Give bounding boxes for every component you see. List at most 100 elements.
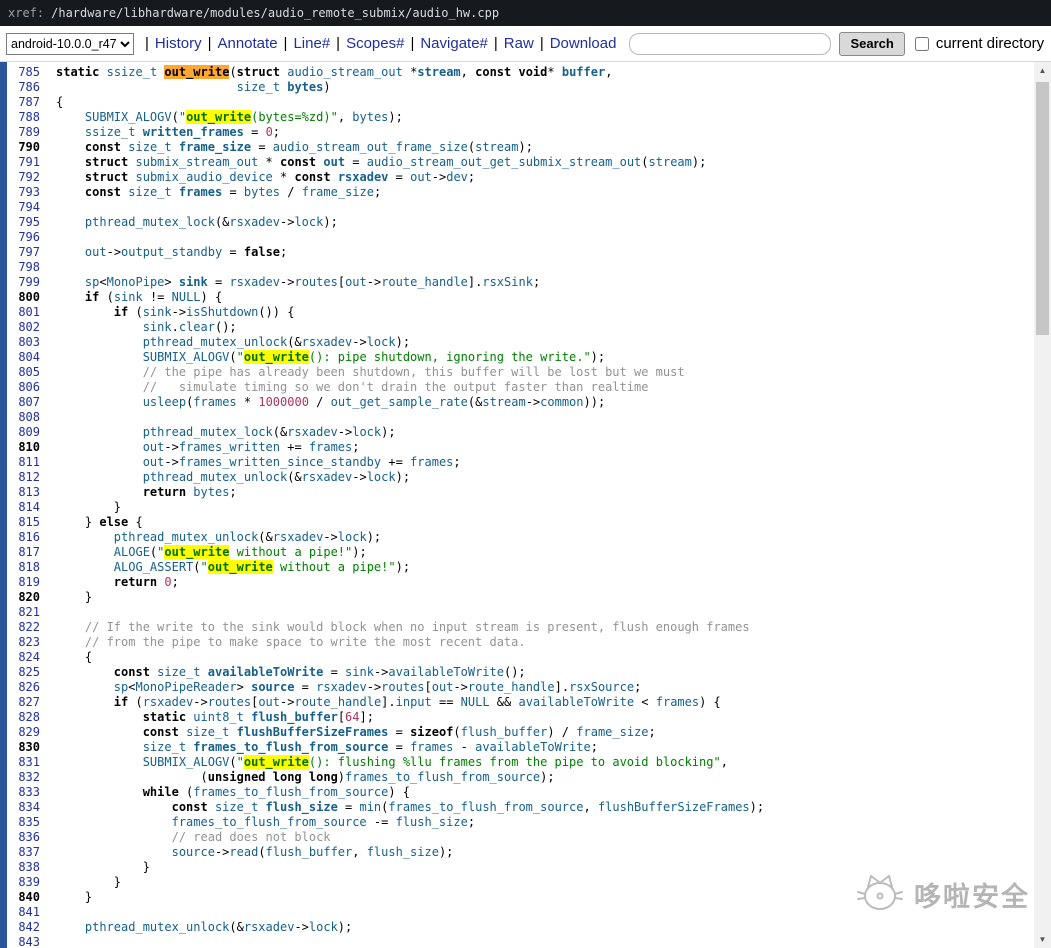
symbol-link[interactable]: pthread_mutex_unlock (143, 335, 288, 349)
line-number[interactable]: 823 (7, 635, 40, 650)
line-number[interactable]: 796 (7, 230, 40, 245)
line-number[interactable]: 785 (7, 65, 40, 80)
symbol-link[interactable]: availableToWrite (518, 695, 634, 709)
symbol-link[interactable]: source (172, 845, 215, 859)
line-number[interactable]: 830 (7, 740, 40, 755)
symbol-link[interactable]: size_t (128, 140, 171, 154)
symbol-link[interactable]: input (396, 695, 432, 709)
symbol-link[interactable]: rsxadev (338, 170, 389, 184)
symbol-link[interactable]: size_t (215, 800, 258, 814)
line-number[interactable]: 792 (7, 170, 40, 185)
symbol-link[interactable]: size_t (186, 725, 229, 739)
symbol-link[interactable]: route_handle (468, 680, 555, 694)
line-number[interactable]: 821 (7, 605, 40, 620)
symbol-link[interactable]: NULL (461, 695, 490, 709)
line-number[interactable]: 790 (7, 140, 40, 155)
line-number[interactable]: 794 (7, 200, 40, 215)
line-number[interactable]: 839 (7, 875, 40, 890)
line-number[interactable]: 815 (7, 515, 40, 530)
search-input[interactable] (629, 33, 831, 55)
symbol-link[interactable]: lock (367, 470, 396, 484)
symbol-link[interactable]: flush_size (266, 800, 338, 814)
symbol-link[interactable]: bytes (193, 485, 229, 499)
line-number[interactable]: 818 (7, 560, 40, 575)
line-number[interactable]: 795 (7, 215, 40, 230)
line-number[interactable]: 812 (7, 470, 40, 485)
symbol-link[interactable]: sp (85, 275, 99, 289)
symbol-link[interactable]: min (359, 800, 381, 814)
symbol-link[interactable]: pthread_mutex_unlock (114, 530, 259, 544)
symbol-link[interactable]: pthread_mutex_lock (85, 215, 215, 229)
symbol-link[interactable]: out (323, 155, 345, 169)
symbol-link[interactable]: flush_buffer (251, 710, 338, 724)
symbol-link[interactable]: buffer (562, 65, 605, 79)
line-number[interactable]: 814 (7, 500, 40, 515)
navigate-link[interactable]: Navigate# (420, 35, 488, 52)
line-number[interactable]: 806 (7, 380, 40, 395)
symbol-link[interactable]: frames (309, 440, 352, 454)
symbol-link[interactable]: ALOGE (114, 545, 150, 559)
symbol-link[interactable]: submix_stream_out (136, 155, 259, 169)
symbol-link[interactable]: uint8_t (193, 710, 244, 724)
symbol-link[interactable]: flush_size (367, 845, 439, 859)
symbol-link[interactable]: frames (656, 695, 699, 709)
current-directory-label[interactable]: current directory (936, 35, 1044, 52)
line-number[interactable]: 825 (7, 665, 40, 680)
line-number[interactable]: 813 (7, 485, 40, 500)
raw-link[interactable]: Raw (504, 35, 534, 52)
symbol-link[interactable]: ALOG_ASSERT (114, 560, 193, 574)
scopes-link[interactable]: Scopes# (346, 35, 404, 52)
line-number[interactable]: 827 (7, 695, 40, 710)
symbol-link[interactable]: sink (143, 320, 172, 334)
line-number[interactable]: 837 (7, 845, 40, 860)
symbol-link[interactable]: rsxSource (569, 680, 634, 694)
symbol-link[interactable]: frames_to_flush_from_source (172, 815, 367, 829)
symbol-link[interactable]: rsxadev (287, 425, 338, 439)
symbol-link[interactable]: out (410, 170, 432, 184)
line-number[interactable]: 817 (7, 545, 40, 560)
symbol-link[interactable]: route_handle (381, 275, 468, 289)
line-number[interactable]: 816 (7, 530, 40, 545)
symbol-link[interactable]: dev (446, 170, 468, 184)
symbol-link[interactable]: rsxadev (229, 275, 280, 289)
symbol-link[interactable]: bytes (244, 185, 280, 199)
symbol-link[interactable]: bytes (287, 80, 323, 94)
symbol-link[interactable]: MonoPipe (107, 275, 165, 289)
line-number[interactable]: 829 (7, 725, 40, 740)
symbol-link[interactable]: out (258, 695, 280, 709)
symbol-link[interactable]: routes (381, 680, 424, 694)
symbol-link[interactable]: flush_buffer (266, 845, 353, 859)
symbol-link[interactable]: sp (114, 680, 128, 694)
annotate-link[interactable]: Annotate (217, 35, 277, 52)
symbol-link[interactable]: lock (352, 425, 381, 439)
symbol-link[interactable]: lock (367, 335, 396, 349)
symbol-link[interactable]: size_t (143, 740, 186, 754)
symbol-link[interactable]: rsxadev (244, 920, 295, 934)
symbol-link[interactable]: ssize_t (85, 125, 136, 139)
symbol-link[interactable]: lock (309, 920, 338, 934)
line-number[interactable]: 835 (7, 815, 40, 830)
line-number[interactable]: 824 (7, 650, 40, 665)
symbol-link[interactable]: sink (345, 665, 374, 679)
line-number[interactable]: 820 (7, 590, 40, 605)
symbol-link[interactable]: out (345, 275, 367, 289)
line-number[interactable]: 798 (7, 260, 40, 275)
current-directory-checkbox[interactable] (915, 37, 929, 51)
symbol-link[interactable]: usleep (143, 395, 186, 409)
symbol-link[interactable]: routes (294, 275, 337, 289)
symbol-link[interactable]: MonoPipeReader (135, 680, 236, 694)
symbol-link[interactable]: pthread_mutex_unlock (143, 470, 288, 484)
line-number[interactable]: 842 (7, 920, 40, 935)
line-number[interactable]: 793 (7, 185, 40, 200)
symbol-link[interactable]: output_standby (121, 245, 222, 259)
symbol-link[interactable]: read (229, 845, 258, 859)
symbol-link[interactable]: out (143, 455, 165, 469)
symbol-link[interactable]: out_get_sample_rate (331, 395, 468, 409)
symbol-link[interactable]: route_handle (294, 695, 381, 709)
vertical-scrollbar[interactable]: ▲ ▼ (1034, 62, 1051, 948)
symbol-link[interactable]: frames (179, 185, 222, 199)
symbol-link[interactable]: submix_audio_device (136, 170, 273, 184)
symbol-link[interactable]: flush_size (396, 815, 468, 829)
line-number[interactable]: 787 (7, 95, 40, 110)
search-button[interactable]: Search (839, 32, 904, 56)
